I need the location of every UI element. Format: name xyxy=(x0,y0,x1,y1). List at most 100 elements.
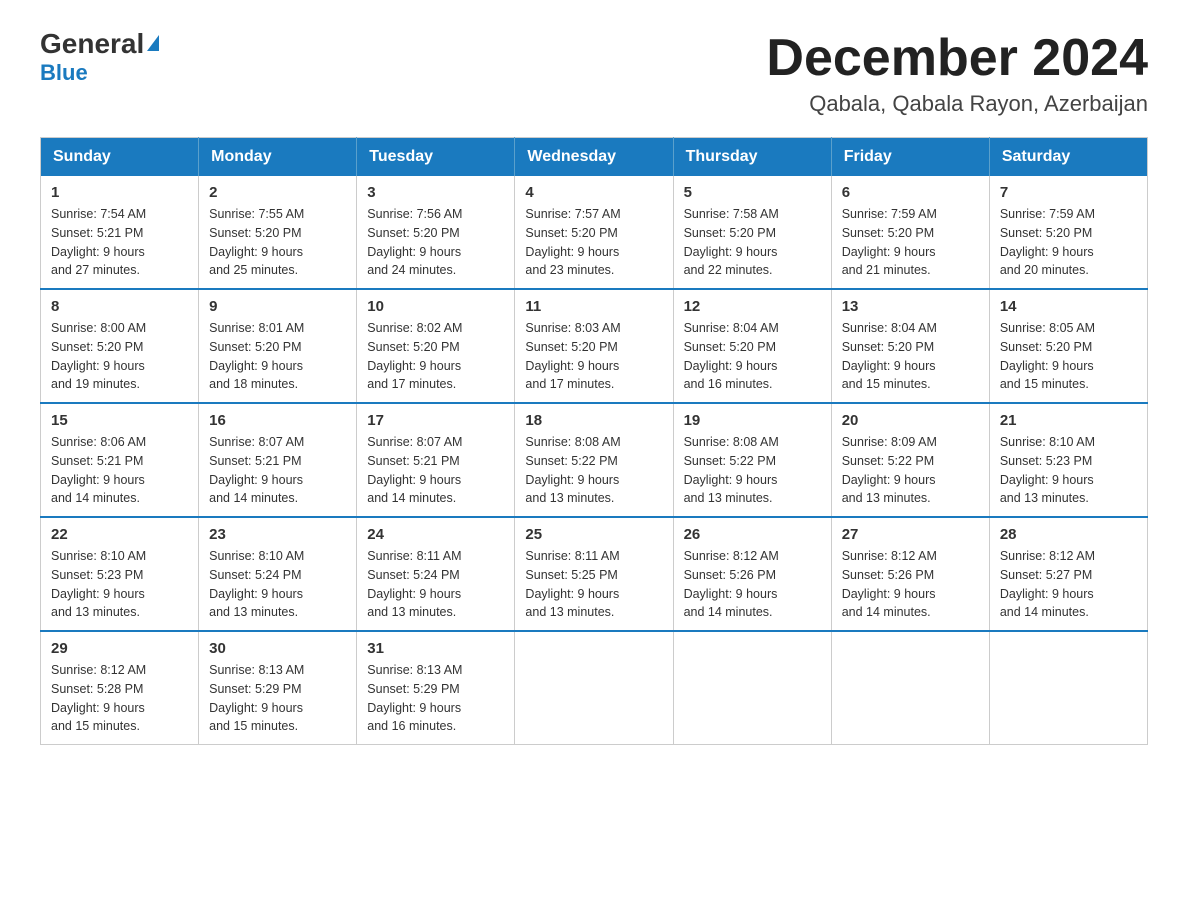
day-number: 2 xyxy=(209,184,346,201)
calendar-cell: 19 Sunrise: 8:08 AM Sunset: 5:22 PM Dayl… xyxy=(673,403,831,517)
day-info: Sunrise: 8:05 AM Sunset: 5:20 PM Dayligh… xyxy=(1000,319,1137,394)
day-number: 28 xyxy=(1000,526,1137,543)
day-info: Sunrise: 8:04 AM Sunset: 5:20 PM Dayligh… xyxy=(684,319,821,394)
day-info: Sunrise: 7:58 AM Sunset: 5:20 PM Dayligh… xyxy=(684,205,821,280)
day-number: 15 xyxy=(51,412,188,429)
calendar-cell xyxy=(515,631,673,745)
calendar-cell: 28 Sunrise: 8:12 AM Sunset: 5:27 PM Dayl… xyxy=(989,517,1147,631)
calendar-cell: 17 Sunrise: 8:07 AM Sunset: 5:21 PM Dayl… xyxy=(357,403,515,517)
logo: General Blue xyxy=(40,30,159,86)
calendar-cell: 29 Sunrise: 8:12 AM Sunset: 5:28 PM Dayl… xyxy=(41,631,199,745)
calendar-week-row: 1 Sunrise: 7:54 AM Sunset: 5:21 PM Dayli… xyxy=(41,176,1148,289)
day-number: 6 xyxy=(842,184,979,201)
weekday-header-wednesday: Wednesday xyxy=(515,138,673,177)
weekday-header-tuesday: Tuesday xyxy=(357,138,515,177)
calendar-cell: 18 Sunrise: 8:08 AM Sunset: 5:22 PM Dayl… xyxy=(515,403,673,517)
day-number: 31 xyxy=(367,640,504,657)
day-info: Sunrise: 8:09 AM Sunset: 5:22 PM Dayligh… xyxy=(842,433,979,508)
day-number: 24 xyxy=(367,526,504,543)
day-number: 29 xyxy=(51,640,188,657)
day-number: 27 xyxy=(842,526,979,543)
day-info: Sunrise: 7:59 AM Sunset: 5:20 PM Dayligh… xyxy=(842,205,979,280)
day-number: 21 xyxy=(1000,412,1137,429)
calendar-cell: 3 Sunrise: 7:56 AM Sunset: 5:20 PM Dayli… xyxy=(357,176,515,289)
weekday-header-monday: Monday xyxy=(199,138,357,177)
month-title: December 2024 xyxy=(766,30,1148,87)
weekday-header-row: SundayMondayTuesdayWednesdayThursdayFrid… xyxy=(41,138,1148,177)
calendar-cell: 1 Sunrise: 7:54 AM Sunset: 5:21 PM Dayli… xyxy=(41,176,199,289)
day-info: Sunrise: 8:07 AM Sunset: 5:21 PM Dayligh… xyxy=(367,433,504,508)
calendar-cell: 4 Sunrise: 7:57 AM Sunset: 5:20 PM Dayli… xyxy=(515,176,673,289)
day-number: 20 xyxy=(842,412,979,429)
day-info: Sunrise: 8:12 AM Sunset: 5:28 PM Dayligh… xyxy=(51,661,188,736)
calendar-cell: 14 Sunrise: 8:05 AM Sunset: 5:20 PM Dayl… xyxy=(989,289,1147,403)
day-number: 18 xyxy=(525,412,662,429)
day-number: 12 xyxy=(684,298,821,315)
day-number: 26 xyxy=(684,526,821,543)
day-number: 23 xyxy=(209,526,346,543)
calendar-cell: 21 Sunrise: 8:10 AM Sunset: 5:23 PM Dayl… xyxy=(989,403,1147,517)
day-info: Sunrise: 8:11 AM Sunset: 5:25 PM Dayligh… xyxy=(525,547,662,622)
day-number: 19 xyxy=(684,412,821,429)
day-info: Sunrise: 8:10 AM Sunset: 5:24 PM Dayligh… xyxy=(209,547,346,622)
calendar-cell: 30 Sunrise: 8:13 AM Sunset: 5:29 PM Dayl… xyxy=(199,631,357,745)
day-info: Sunrise: 7:55 AM Sunset: 5:20 PM Dayligh… xyxy=(209,205,346,280)
page-header: General Blue December 2024 Qabala, Qabal… xyxy=(40,30,1148,117)
day-number: 17 xyxy=(367,412,504,429)
calendar-cell xyxy=(831,631,989,745)
day-info: Sunrise: 7:57 AM Sunset: 5:20 PM Dayligh… xyxy=(525,205,662,280)
day-number: 4 xyxy=(525,184,662,201)
day-number: 13 xyxy=(842,298,979,315)
weekday-header-saturday: Saturday xyxy=(989,138,1147,177)
day-info: Sunrise: 8:13 AM Sunset: 5:29 PM Dayligh… xyxy=(209,661,346,736)
day-number: 8 xyxy=(51,298,188,315)
day-info: Sunrise: 8:04 AM Sunset: 5:20 PM Dayligh… xyxy=(842,319,979,394)
calendar-cell xyxy=(673,631,831,745)
day-number: 7 xyxy=(1000,184,1137,201)
calendar-week-row: 8 Sunrise: 8:00 AM Sunset: 5:20 PM Dayli… xyxy=(41,289,1148,403)
day-info: Sunrise: 8:07 AM Sunset: 5:21 PM Dayligh… xyxy=(209,433,346,508)
day-info: Sunrise: 8:11 AM Sunset: 5:24 PM Dayligh… xyxy=(367,547,504,622)
calendar-cell: 22 Sunrise: 8:10 AM Sunset: 5:23 PM Dayl… xyxy=(41,517,199,631)
day-info: Sunrise: 8:12 AM Sunset: 5:26 PM Dayligh… xyxy=(684,547,821,622)
location-title: Qabala, Qabala Rayon, Azerbaijan xyxy=(766,91,1148,117)
day-info: Sunrise: 8:13 AM Sunset: 5:29 PM Dayligh… xyxy=(367,661,504,736)
calendar-cell: 9 Sunrise: 8:01 AM Sunset: 5:20 PM Dayli… xyxy=(199,289,357,403)
day-number: 5 xyxy=(684,184,821,201)
calendar-cell: 10 Sunrise: 8:02 AM Sunset: 5:20 PM Dayl… xyxy=(357,289,515,403)
calendar-cell: 8 Sunrise: 8:00 AM Sunset: 5:20 PM Dayli… xyxy=(41,289,199,403)
day-info: Sunrise: 8:12 AM Sunset: 5:27 PM Dayligh… xyxy=(1000,547,1137,622)
calendar-cell xyxy=(989,631,1147,745)
day-info: Sunrise: 8:08 AM Sunset: 5:22 PM Dayligh… xyxy=(684,433,821,508)
calendar-cell: 31 Sunrise: 8:13 AM Sunset: 5:29 PM Dayl… xyxy=(357,631,515,745)
day-number: 10 xyxy=(367,298,504,315)
day-info: Sunrise: 8:03 AM Sunset: 5:20 PM Dayligh… xyxy=(525,319,662,394)
calendar-cell: 25 Sunrise: 8:11 AM Sunset: 5:25 PM Dayl… xyxy=(515,517,673,631)
day-info: Sunrise: 7:54 AM Sunset: 5:21 PM Dayligh… xyxy=(51,205,188,280)
weekday-header-friday: Friday xyxy=(831,138,989,177)
day-number: 1 xyxy=(51,184,188,201)
calendar-cell: 2 Sunrise: 7:55 AM Sunset: 5:20 PM Dayli… xyxy=(199,176,357,289)
calendar-cell: 24 Sunrise: 8:11 AM Sunset: 5:24 PM Dayl… xyxy=(357,517,515,631)
day-number: 22 xyxy=(51,526,188,543)
calendar-cell: 26 Sunrise: 8:12 AM Sunset: 5:26 PM Dayl… xyxy=(673,517,831,631)
day-info: Sunrise: 8:08 AM Sunset: 5:22 PM Dayligh… xyxy=(525,433,662,508)
day-number: 25 xyxy=(525,526,662,543)
day-info: Sunrise: 7:59 AM Sunset: 5:20 PM Dayligh… xyxy=(1000,205,1137,280)
day-info: Sunrise: 8:10 AM Sunset: 5:23 PM Dayligh… xyxy=(1000,433,1137,508)
calendar-cell: 20 Sunrise: 8:09 AM Sunset: 5:22 PM Dayl… xyxy=(831,403,989,517)
day-number: 14 xyxy=(1000,298,1137,315)
calendar-cell: 16 Sunrise: 8:07 AM Sunset: 5:21 PM Dayl… xyxy=(199,403,357,517)
calendar-cell: 27 Sunrise: 8:12 AM Sunset: 5:26 PM Dayl… xyxy=(831,517,989,631)
day-number: 30 xyxy=(209,640,346,657)
calendar-week-row: 22 Sunrise: 8:10 AM Sunset: 5:23 PM Dayl… xyxy=(41,517,1148,631)
day-number: 3 xyxy=(367,184,504,201)
calendar-week-row: 29 Sunrise: 8:12 AM Sunset: 5:28 PM Dayl… xyxy=(41,631,1148,745)
calendar-cell: 23 Sunrise: 8:10 AM Sunset: 5:24 PM Dayl… xyxy=(199,517,357,631)
calendar-cell: 5 Sunrise: 7:58 AM Sunset: 5:20 PM Dayli… xyxy=(673,176,831,289)
calendar-cell: 13 Sunrise: 8:04 AM Sunset: 5:20 PM Dayl… xyxy=(831,289,989,403)
calendar-cell: 7 Sunrise: 7:59 AM Sunset: 5:20 PM Dayli… xyxy=(989,176,1147,289)
calendar-cell: 11 Sunrise: 8:03 AM Sunset: 5:20 PM Dayl… xyxy=(515,289,673,403)
day-number: 16 xyxy=(209,412,346,429)
calendar-cell: 12 Sunrise: 8:04 AM Sunset: 5:20 PM Dayl… xyxy=(673,289,831,403)
